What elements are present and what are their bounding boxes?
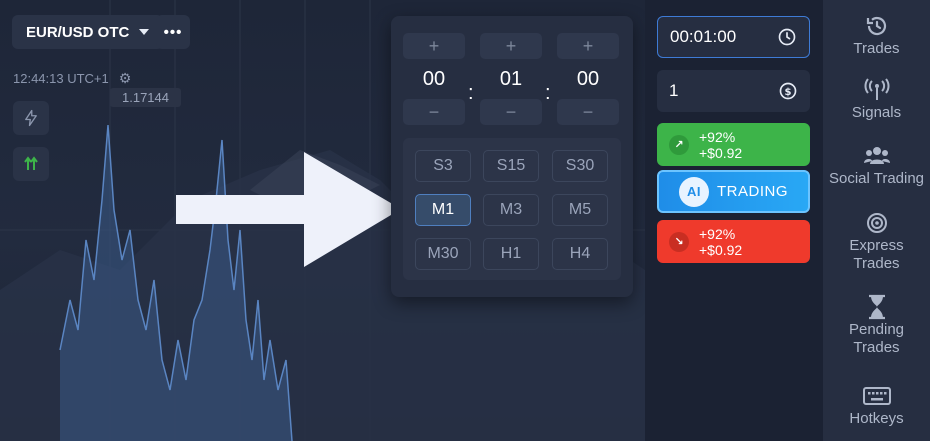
timeframe-m3-button[interactable]: M3 xyxy=(483,194,539,226)
expiry-time-picker: + 00 − : + 01 − : + 00 − S3 S15 S30 M1 M… xyxy=(391,16,633,297)
timeframe-m1-button[interactable]: M1 xyxy=(415,194,471,226)
expiry-time-value: 00:01:00 xyxy=(670,27,737,46)
asset-label: EUR/USD OTC xyxy=(26,23,130,41)
lightning-button[interactable] xyxy=(13,101,49,135)
signal-tower-icon xyxy=(863,78,890,100)
svg-text:$: $ xyxy=(785,87,792,98)
timeframe-s30-button[interactable]: S30 xyxy=(552,150,608,182)
sidebar-item-label: Social Trading xyxy=(828,170,925,187)
buy-percent: +92% xyxy=(699,128,736,145)
sidebar-item-express-trades[interactable]: Express Trades xyxy=(823,211,930,273)
buy-profit: +$0.92 xyxy=(699,144,743,161)
chevron-down-icon xyxy=(139,29,150,35)
clock-icon xyxy=(778,28,796,46)
timeframe-h4-button[interactable]: H4 xyxy=(552,238,608,270)
ai-badge-icon: AI xyxy=(679,176,709,207)
sell-profit: +$0.92 xyxy=(699,241,743,258)
time-separator: : xyxy=(545,82,551,104)
time-separator: : xyxy=(468,82,474,104)
seconds-value[interactable]: 00 xyxy=(557,59,619,99)
minutes-spinner: + 01 − xyxy=(480,33,542,125)
sidebar-item-label: Hotkeys xyxy=(849,410,904,427)
keyboard-icon xyxy=(862,387,891,405)
hours-value[interactable]: 00 xyxy=(403,59,465,99)
arrow-up-right-icon: ↗ xyxy=(669,134,689,155)
sidebar-item-trades[interactable]: Trades xyxy=(823,14,930,58)
investment-amount-field[interactable]: 1 $ xyxy=(657,70,810,112)
hours-decrement-button[interactable]: − xyxy=(403,99,465,125)
lightning-icon xyxy=(25,109,37,127)
history-icon xyxy=(866,16,886,36)
sidebar-item-label: Express Trades xyxy=(849,237,904,272)
clock-text: 12:44:13 UTC+1 xyxy=(13,71,109,86)
investment-amount-value: 1 xyxy=(669,81,679,100)
server-time: 12:44:13 UTC+1 ⚙ xyxy=(13,70,131,87)
sidebar-item-label: Signals xyxy=(851,104,902,121)
minutes-value[interactable]: 01 xyxy=(480,59,542,99)
more-menu-button[interactable]: ••• xyxy=(156,15,190,49)
timeframe-s15-button[interactable]: S15 xyxy=(483,150,539,182)
sell-payout: +92% +$0.92 xyxy=(699,226,742,258)
timeframe-presets: S3 S15 S30 M1 M3 M5 M30 H1 H4 xyxy=(403,138,621,280)
arrow-down-right-icon: ↘ xyxy=(669,231,689,252)
ai-trading-button[interactable]: AI TRADING xyxy=(657,170,810,213)
seconds-increment-button[interactable]: + xyxy=(557,33,619,59)
sidebar-item-label: Trades xyxy=(853,40,900,57)
more-dots-icon: ••• xyxy=(163,23,183,41)
indicators-button[interactable] xyxy=(13,147,49,181)
sidebar-item-pending-trades[interactable]: Pending Trades xyxy=(823,294,930,357)
buy-up-button[interactable]: ↗ +92% +$0.92 xyxy=(657,123,810,166)
timeframe-m30-button[interactable]: M30 xyxy=(415,238,471,270)
sell-percent: +92% xyxy=(699,225,736,242)
ai-trading-label: TRADING xyxy=(717,182,788,200)
price-tag: 1.17144 xyxy=(110,88,181,107)
dollar-circle-icon: $ xyxy=(779,82,797,100)
sell-down-button[interactable]: ↘ +92% +$0.92 xyxy=(657,220,810,263)
double-arrow-up-icon xyxy=(24,156,38,170)
sidebar-item-social-trading[interactable]: Social Trading xyxy=(823,144,930,188)
timeframe-m5-button[interactable]: M5 xyxy=(552,194,608,226)
sidebar-item-signals[interactable]: Signals xyxy=(823,78,930,122)
hours-spinner: + 00 − xyxy=(403,33,465,125)
asset-selector[interactable]: EUR/USD OTC xyxy=(12,15,164,49)
right-sidebar: Trades Signals Social Trading Express Tr… xyxy=(823,0,930,441)
minutes-decrement-button[interactable]: − xyxy=(480,99,542,125)
users-icon xyxy=(863,147,890,164)
target-icon xyxy=(866,213,887,233)
buy-payout: +92% +$0.92 xyxy=(699,129,742,161)
expiry-time-field[interactable]: 00:01:00 xyxy=(657,16,810,58)
sidebar-item-hotkeys[interactable]: Hotkeys xyxy=(823,384,930,428)
timeframe-s3-button[interactable]: S3 xyxy=(415,150,471,182)
hours-increment-button[interactable]: + xyxy=(403,33,465,59)
gear-icon[interactable]: ⚙ xyxy=(119,70,132,87)
timeframe-h1-button[interactable]: H1 xyxy=(483,238,539,270)
sidebar-item-label: Pending Trades xyxy=(848,321,905,356)
arrow-right-icon xyxy=(176,152,401,267)
hourglass-icon xyxy=(868,294,885,320)
seconds-spinner: + 00 − xyxy=(557,33,619,125)
trade-panel: 00:01:00 1 $ ↗ +92% +$0.92 AI TRADING ↘ … xyxy=(645,0,823,441)
minutes-increment-button[interactable]: + xyxy=(480,33,542,59)
seconds-decrement-button[interactable]: − xyxy=(557,99,619,125)
